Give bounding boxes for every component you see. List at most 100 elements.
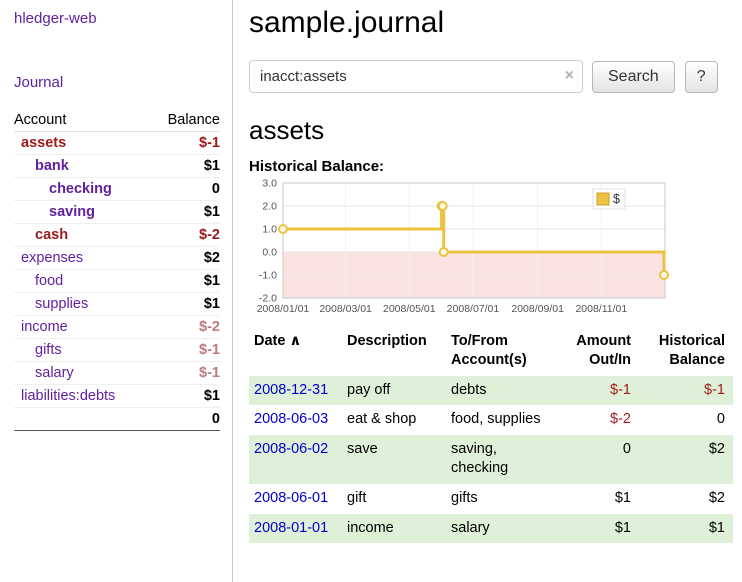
- sidebar: hledger-web Journal Account Balance asse…: [0, 0, 233, 582]
- register-date-link[interactable]: 2008-06-01: [254, 490, 328, 506]
- register-row: 2008-06-02 save saving, checking 0 $2: [249, 435, 733, 484]
- svg-text:3.0: 3.0: [262, 178, 277, 190]
- svg-text:2008/11/01: 2008/11/01: [575, 303, 627, 315]
- accounts-header-balance: Balance: [150, 109, 220, 132]
- register-row: 2008-12-31 pay off debts $-1 $-1: [249, 376, 733, 406]
- app-title-link[interactable]: hledger-web: [14, 10, 97, 27]
- register-amount: $-2: [551, 405, 639, 435]
- account-row: saving $1: [14, 201, 220, 224]
- register-amount: $-1: [551, 376, 639, 406]
- svg-text:0.0: 0.0: [262, 247, 277, 259]
- svg-text:2008/05/01: 2008/05/01: [383, 303, 436, 315]
- svg-text:1.0: 1.0: [262, 224, 277, 236]
- register-balance: $1: [639, 514, 733, 544]
- svg-text:2.0: 2.0: [262, 201, 277, 213]
- account-balance: $1: [150, 201, 220, 224]
- account-link-saving[interactable]: saving: [49, 204, 95, 220]
- account-balance: $-1: [150, 362, 220, 385]
- account-balance: 0: [150, 178, 220, 201]
- register-row: 2008-06-03 eat & shop food, supplies $-2…: [249, 405, 733, 435]
- account-balance: $1: [150, 293, 220, 316]
- register-header-description: Description: [347, 330, 451, 376]
- register-account: saving, checking: [451, 435, 551, 484]
- accounts-header-account: Account: [14, 109, 150, 132]
- sidebar-item-journal[interactable]: Journal: [14, 74, 220, 91]
- account-balance: $1: [150, 385, 220, 408]
- account-row: expenses $2: [14, 247, 220, 270]
- accounts-total: 0: [150, 408, 220, 431]
- account-balance: $-2: [150, 224, 220, 247]
- register-date-link[interactable]: 2008-06-02: [254, 441, 328, 457]
- accounts-header-row: Account Balance: [14, 109, 220, 132]
- register-header-date-label: Date: [254, 333, 285, 349]
- account-balance: $-1: [150, 132, 220, 155]
- app-window: hledger-web Journal Account Balance asse…: [0, 0, 742, 582]
- account-row: cash $-2: [14, 224, 220, 247]
- account-link-cash[interactable]: cash: [35, 227, 68, 243]
- register-account: salary: [451, 514, 551, 544]
- account-link-salary[interactable]: salary: [35, 365, 74, 381]
- register-account: debts: [451, 376, 551, 406]
- account-link-assets[interactable]: assets: [21, 135, 66, 151]
- account-row: food $1: [14, 270, 220, 293]
- register-description: eat & shop: [347, 405, 451, 435]
- chart-title: Historical Balance:: [249, 158, 736, 175]
- account-row: bank $1: [14, 155, 220, 178]
- register-date-link[interactable]: 2008-12-31: [254, 382, 328, 398]
- main-content: sample.journal × Search ? assets Histori…: [233, 0, 742, 582]
- svg-text:2008/07/01: 2008/07/01: [447, 303, 500, 315]
- historical-balance-chart: 3.02.01.00.0-1.0-2.02008/01/012008/03/01…: [249, 177, 681, 318]
- svg-text:2008/03/01: 2008/03/01: [319, 303, 372, 315]
- register-balance: $2: [639, 484, 733, 514]
- account-link-food[interactable]: food: [35, 273, 63, 289]
- sort-ascending-icon: ∧: [289, 333, 301, 349]
- account-row: checking 0: [14, 178, 220, 201]
- register-row: 2008-01-01 income salary $1 $1: [249, 514, 733, 544]
- account-link-gifts[interactable]: gifts: [35, 342, 62, 358]
- register-header-date[interactable]: Date ∧: [249, 330, 347, 376]
- account-link-supplies[interactable]: supplies: [35, 296, 88, 312]
- register-table: Date ∧ Description To/From Account(s) Am…: [249, 330, 733, 543]
- register-amount: $1: [551, 514, 639, 544]
- accounts-table: Account Balance assets $-1 bank $1 check…: [14, 109, 220, 431]
- register-amount: $1: [551, 484, 639, 514]
- account-balance: $1: [150, 155, 220, 178]
- search-button[interactable]: Search: [592, 61, 675, 93]
- register-description: income: [347, 514, 451, 544]
- register-account: gifts: [451, 484, 551, 514]
- account-row: gifts $-1: [14, 339, 220, 362]
- register-amount: 0: [551, 435, 639, 484]
- account-row: supplies $1: [14, 293, 220, 316]
- account-balance: $1: [150, 270, 220, 293]
- account-link-liabilities-debts[interactable]: liabilities:debts: [21, 388, 115, 404]
- search-bar: × Search ?: [249, 60, 736, 93]
- svg-text:-1.0: -1.0: [259, 270, 277, 282]
- register-header-balance: Historical Balance: [639, 330, 733, 376]
- page-title: sample.journal: [249, 6, 736, 40]
- register-row: 2008-06-01 gift gifts $1 $2: [249, 484, 733, 514]
- account-row: salary $-1: [14, 362, 220, 385]
- register-description: save: [347, 435, 451, 484]
- register-header-row: Date ∧ Description To/From Account(s) Am…: [249, 330, 733, 376]
- clear-search-icon[interactable]: ×: [565, 67, 574, 85]
- register-description: pay off: [347, 376, 451, 406]
- register-header-amount: Amount Out/In: [551, 330, 639, 376]
- account-link-checking[interactable]: checking: [49, 181, 112, 197]
- register-balance: 0: [639, 405, 733, 435]
- help-button[interactable]: ?: [685, 61, 718, 93]
- svg-text:$: $: [613, 192, 620, 206]
- register-account: food, supplies: [451, 405, 551, 435]
- svg-text:2008/01/01: 2008/01/01: [257, 303, 310, 315]
- search-input[interactable]: [249, 60, 583, 93]
- register-date-link[interactable]: 2008-01-01: [254, 520, 328, 536]
- account-heading: assets: [249, 115, 736, 146]
- account-link-income[interactable]: income: [21, 319, 68, 335]
- account-link-expenses[interactable]: expenses: [21, 250, 83, 266]
- register-date-link[interactable]: 2008-06-03: [254, 411, 328, 427]
- account-row: income $-2: [14, 316, 220, 339]
- account-link-bank[interactable]: bank: [35, 158, 69, 174]
- account-row: liabilities:debts $1: [14, 385, 220, 408]
- app-title: hledger-web: [14, 10, 220, 28]
- account-balance: $-2: [150, 316, 220, 339]
- account-balance: $-1: [150, 339, 220, 362]
